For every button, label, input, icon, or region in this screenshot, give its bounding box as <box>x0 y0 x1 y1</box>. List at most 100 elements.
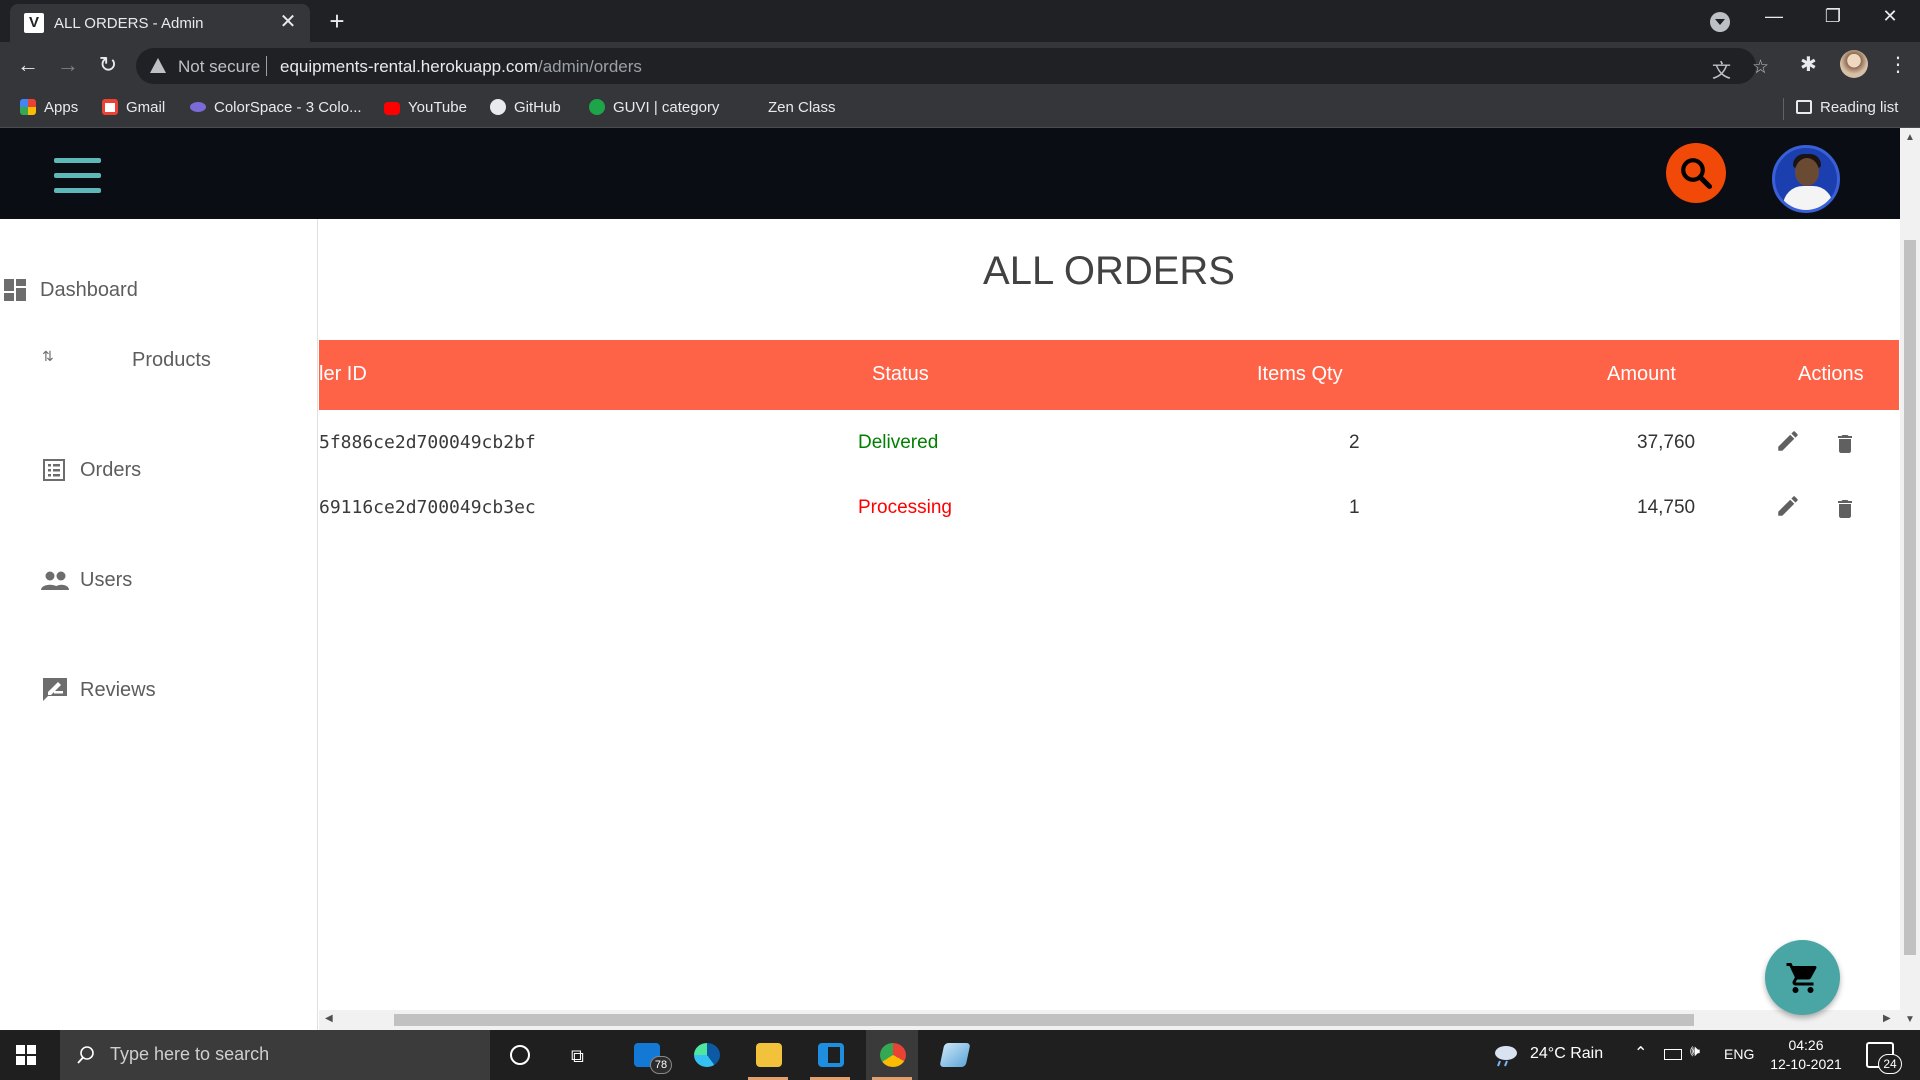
column-header-amount[interactable]: Amount <box>1607 363 1676 386</box>
language-indicator[interactable]: ENG <box>1724 1046 1754 1062</box>
rate-review-icon <box>43 678 67 701</box>
table-row: 69116ce2d700049cb3ec Processing 1 14,750 <box>319 477 1899 541</box>
order-id-cell: 5f886ce2d700049cb2bf <box>319 432 536 453</box>
url-host: equipments-rental.herokuapp.com <box>280 57 538 76</box>
user-avatar[interactable] <box>1772 145 1840 213</box>
bookmark-divider <box>1783 98 1784 120</box>
taskbar-vscode[interactable] <box>804 1030 856 1080</box>
taskbar-edge[interactable] <box>680 1030 732 1080</box>
browser-tab[interactable]: V ALL ORDERS - Admin ✕ <box>10 4 310 42</box>
page-title: ALL ORDERS <box>983 249 1235 293</box>
vscode-icon <box>818 1043 844 1067</box>
gmail-icon <box>102 99 118 115</box>
browser-toolbar: ← → ↻ Not secure equipments-rental.herok… <box>0 42 1920 90</box>
warning-icon[interactable] <box>150 58 166 73</box>
sidebar-item-label: Dashboard <box>40 279 138 301</box>
forward-button[interactable]: → <box>54 52 82 78</box>
edge-icon <box>694 1043 720 1067</box>
shopping-cart-icon <box>1786 963 1817 993</box>
taskbar-notes-app[interactable] <box>928 1030 980 1080</box>
action-center-icon[interactable]: 24 <box>1866 1042 1902 1074</box>
bookmark-label: Gmail <box>126 99 166 116</box>
colorspace-icon <box>190 102 206 112</box>
site-favicon-icon: V <box>24 13 44 33</box>
bookmark-label: Zen Class <box>768 99 836 116</box>
vertical-scroll-thumb[interactable] <box>1904 240 1916 955</box>
bookmark-guvi[interactable]: GUVI | category <box>589 99 719 116</box>
avatar-face <box>1795 158 1819 186</box>
clock-date: 12-10-2021 <box>1770 1056 1842 1072</box>
scroll-left-arrow-icon[interactable]: ◀ <box>325 1013 333 1024</box>
bookmark-star-icon[interactable]: ☆ <box>1752 56 1769 79</box>
close-window-button[interactable]: ✕ <box>1870 6 1910 27</box>
tab-search-icon[interactable] <box>1710 12 1730 32</box>
sidebar-item-label: Products <box>132 349 211 371</box>
bookmark-youtube[interactable]: YouTube <box>384 99 467 116</box>
minimize-button[interactable]: — <box>1754 6 1794 27</box>
horizontal-scrollbar[interactable]: ◀ ▶ <box>319 1010 1900 1030</box>
hamburger-menu-icon[interactable] <box>54 158 101 194</box>
tab-title: ALL ORDERS - Admin <box>54 15 204 32</box>
more-menu-icon[interactable]: ⋮ <box>1888 52 1908 77</box>
sidebar: Dashboard ⇅ Products Orders Users Review… <box>0 219 318 1030</box>
back-button[interactable]: ← <box>14 52 42 78</box>
bookmark-colorspace[interactable]: ColorSpace - 3 Colo... <box>190 99 362 116</box>
sidebar-item-label: Reviews <box>80 679 156 701</box>
url-path: /admin/orders <box>537 57 642 76</box>
restore-button[interactable]: ❐ <box>1813 6 1853 27</box>
reading-list-label: Reading list <box>1820 99 1899 116</box>
translate-icon[interactable]: 文 <box>1712 56 1731 83</box>
search-button[interactable] <box>1666 143 1726 203</box>
show-hidden-icons-chevron-icon[interactable]: ⌃ <box>1634 1043 1647 1063</box>
weather-text[interactable]: 24°C Rain <box>1530 1045 1603 1063</box>
url-text[interactable]: equipments-rental.herokuapp.com/admin/or… <box>280 57 642 77</box>
cart-button[interactable] <box>1765 940 1840 1015</box>
scroll-down-arrow-icon[interactable]: ▼ <box>1905 1014 1915 1025</box>
reading-list-button[interactable]: Reading list <box>1796 99 1898 116</box>
profile-avatar[interactable] <box>1840 50 1868 78</box>
taskbar-clock[interactable]: 04:26 12-10-2021 <box>1766 1036 1846 1074</box>
security-label[interactable]: Not secure <box>178 57 260 77</box>
edit-pencil-icon[interactable] <box>1775 428 1801 454</box>
bookmark-apps[interactable]: Apps <box>20 99 78 116</box>
vertical-scrollbar[interactable]: ▲ ▼ <box>1900 128 1920 1030</box>
taskbar-file-explorer[interactable] <box>742 1030 794 1080</box>
table-header: ler ID Status Items Qty Amount Actions <box>319 340 1899 410</box>
delete-trash-icon[interactable] <box>1833 496 1857 522</box>
sort-arrows-icon: ⇅ <box>42 348 54 364</box>
battery-icon[interactable] <box>1664 1049 1682 1060</box>
bookmarks-bar: Apps Gmail ColorSpace - 3 Colo... YouTub… <box>0 90 1920 128</box>
bookmark-github[interactable]: GitHub <box>490 99 561 116</box>
column-header-items-qty[interactable]: Items Qty <box>1257 363 1343 386</box>
windows-start-icon[interactable] <box>16 1045 36 1065</box>
edit-pencil-icon[interactable] <box>1775 493 1801 519</box>
scroll-right-arrow-icon[interactable]: ▶ <box>1883 1013 1891 1024</box>
column-header-actions: Actions <box>1798 363 1864 385</box>
new-tab-button[interactable]: + <box>322 7 352 37</box>
column-header-order-id[interactable]: ler ID <box>319 363 367 386</box>
bookmark-zen-class[interactable]: Zen Class <box>744 99 836 116</box>
main-content: ALL ORDERS ler ID Status Items Qty Amoun… <box>319 219 1900 1010</box>
volume-icon[interactable]: 🕪 <box>1690 1043 1700 1061</box>
task-view-button[interactable]: ⧉ <box>555 1030 607 1080</box>
taskbar-chrome[interactable] <box>866 1030 918 1080</box>
bookmark-label: ColorSpace - 3 Colo... <box>214 99 362 116</box>
close-tab-icon[interactable]: ✕ <box>276 10 300 34</box>
delete-trash-icon[interactable] <box>1833 431 1857 457</box>
cortana-button[interactable] <box>494 1030 546 1080</box>
taskbar-search-box[interactable]: Type here to search <box>60 1030 490 1080</box>
bookmark-label: Apps <box>44 99 79 116</box>
reload-button[interactable]: ↻ <box>94 52 122 78</box>
omnibox-divider <box>266 56 267 76</box>
bookmark-label: GUVI | category <box>613 99 720 116</box>
zen-icon <box>744 99 760 115</box>
bookmark-gmail[interactable]: Gmail <box>102 99 165 116</box>
extensions-puzzle-icon[interactable]: ✱ <box>1800 52 1817 77</box>
status-cell: Processing <box>858 497 952 518</box>
column-header-status[interactable]: Status <box>872 363 929 386</box>
scroll-up-arrow-icon[interactable]: ▲ <box>1905 132 1915 143</box>
address-bar[interactable]: Not secure equipments-rental.herokuapp.c… <box>136 48 1769 84</box>
horizontal-scroll-thumb[interactable] <box>394 1014 1694 1026</box>
status-cell: Delivered <box>858 432 939 453</box>
taskbar-mail[interactable]: 78 <box>620 1030 672 1080</box>
